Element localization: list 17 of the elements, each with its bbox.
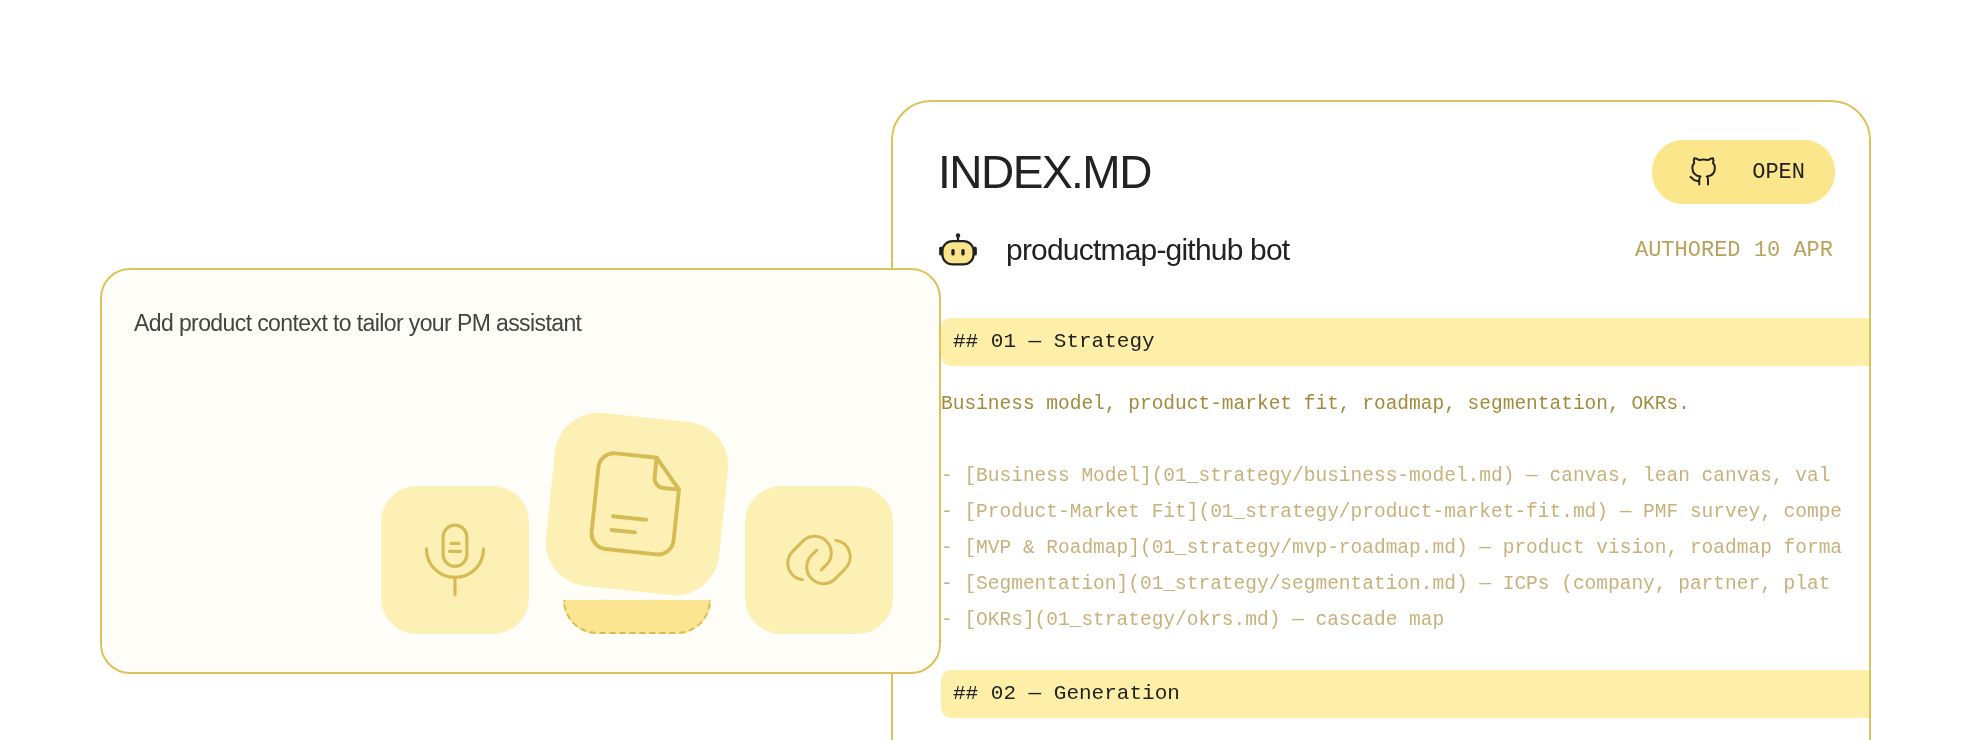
link-line: - [Segmentation](01_strategy/segmentation.md) — ICPs (company, partner, plat	[941, 572, 1832, 597]
section-heading: ## 02 — Generation	[941, 670, 1869, 718]
link-line: - [MVP & Roadmap](01_strategy/mvp-roadmap.md) — product vision, roadmap forma	[941, 536, 1844, 561]
section-description: Business model, product-market fit, roadmap, segmentation, OKRs.	[941, 392, 1691, 417]
link-line: - [Product-Market Fit](01_strategy/product-market-fit.md) — PMF survey, compe	[941, 500, 1844, 525]
microphone-tile[interactable]	[381, 486, 529, 634]
link-line: - [Business Model](01_strategy/business-model.md) — canvas, lean canvas, val	[941, 464, 1832, 489]
cat-icon	[1688, 157, 1719, 187]
section-heading: ## 01 — Strategy	[941, 318, 1869, 366]
link-tile[interactable]	[745, 486, 893, 634]
file-title: INDEX.MD	[938, 145, 1151, 199]
open-button[interactable]: OPEN	[1652, 140, 1835, 204]
robot-icon	[938, 232, 978, 268]
authored-date: AUTHORED 10 APR	[1634, 237, 1833, 263]
link-line: - [OKRs](01_strategy/okrs.md) — cascade map	[941, 608, 1446, 633]
prompt-text: Add product context to tailor your PM assistant	[134, 310, 583, 337]
author-name: productmap-github bot	[1006, 233, 1290, 267]
